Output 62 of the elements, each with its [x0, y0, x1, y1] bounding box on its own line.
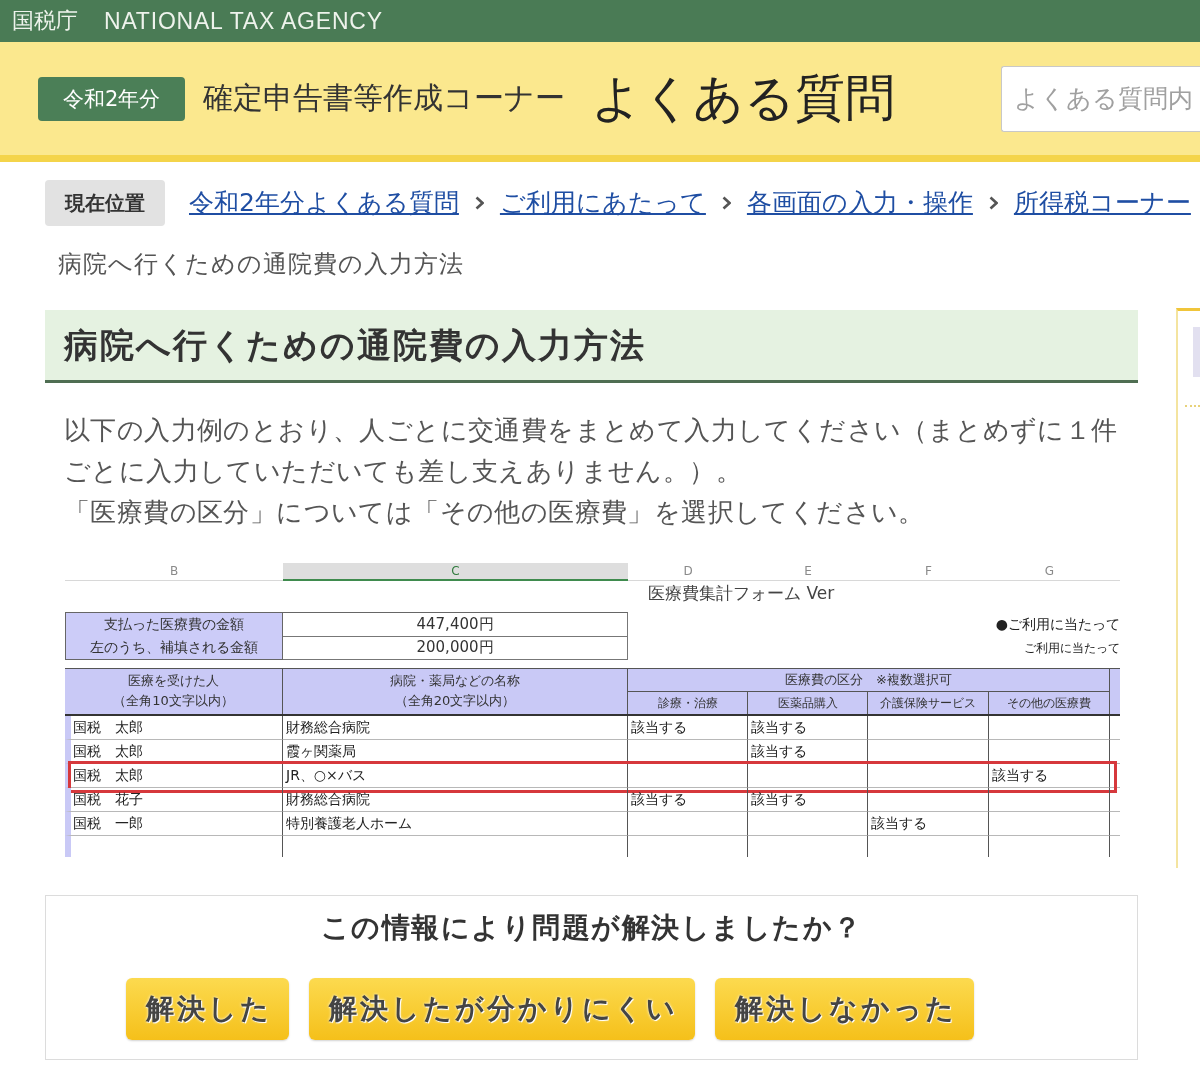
breadcrumb-link[interactable]: 各画面の入力・操作	[746, 187, 973, 219]
table-header: （全角10文字以内）	[113, 692, 234, 710]
table-header: 診療・治療	[628, 692, 748, 714]
column-header: G	[989, 563, 1110, 581]
table-header: （全角20文字以内）	[394, 692, 516, 710]
table-header: その他の医療費	[989, 692, 1110, 714]
agency-name: NATIONAL TAX AGENCY	[104, 7, 383, 35]
table-cell: 財務総合病院	[283, 716, 628, 740]
table-cell: 国税 太郎	[65, 716, 283, 740]
column-header: C	[283, 563, 628, 581]
feedback-button[interactable]: 解決した	[126, 978, 289, 1040]
feedback-button[interactable]: 解決したが分かりにくい	[309, 978, 695, 1040]
column-header: F	[868, 563, 989, 581]
year-badge: 令和2年分	[38, 76, 186, 121]
table-cell: 国税 太郎	[65, 740, 283, 764]
table-cell: 該当する	[748, 788, 868, 812]
chevron-icon	[721, 196, 731, 210]
table-header: 医薬品購入	[748, 692, 868, 714]
column-header: B	[65, 563, 283, 581]
search-field[interactable]: よくある質問内	[1001, 65, 1200, 132]
note-text: ご利用に当たって	[1023, 640, 1120, 657]
page-title: よくある質問	[591, 68, 896, 129]
amount-value: 447,400円	[283, 612, 628, 637]
sidebar-thumbnail	[1193, 327, 1200, 377]
note-text: ●ご利用に当たって	[994, 615, 1120, 634]
breadcrumb-link[interactable]: ご利用にあたって	[499, 187, 706, 219]
body-text: 「医療費の区分」については「その他の医療費」を選択してください。	[63, 496, 926, 529]
breadcrumb-link[interactable]: 所得税コーナー	[1013, 187, 1191, 219]
chevron-icon	[988, 196, 998, 210]
table-cell: 該当する	[628, 788, 748, 812]
body-text: 以下の入力例のとおり、人ごとに交通費をまとめて入力してください（まとめずに１件ごとに入力していただいても差し支えありません。）。	[63, 414, 1119, 488]
feedback-button[interactable]: 解決しなかった	[715, 978, 974, 1040]
table-cell: 財務総合病院	[283, 788, 628, 812]
table-header: 医療費の区分 ※複数選択可	[628, 669, 1110, 692]
table-cell: 国税 一郎	[65, 812, 283, 836]
table-cell: JR、○×バス	[283, 764, 628, 788]
table-cell: 該当する	[868, 812, 989, 836]
table-header: 医療を受けた人	[128, 672, 219, 690]
table-header: 病院・薬局などの名称	[390, 672, 520, 690]
article-heading: 病院へ行くための通院費の入力方法	[45, 310, 1138, 383]
agency-name: 国税庁	[12, 7, 78, 35]
breadcrumb-link[interactable]: 令和2年分よくある質問	[189, 187, 459, 219]
amount-label: 支払った医療費の金額	[65, 612, 283, 637]
feedback-question: この情報により問題が解決しましたか？	[319, 910, 864, 946]
table-cell: 該当する	[748, 716, 868, 740]
chevron-icon	[474, 196, 484, 210]
form-title: 医療費集計フォーム Ver	[647, 582, 836, 605]
amount-label: 左のうち、補填される金額	[65, 636, 283, 660]
table-cell: 特別養護老人ホーム	[283, 812, 628, 836]
table-cell: 霞ヶ関薬局	[283, 740, 628, 764]
column-header: D	[628, 563, 748, 581]
section-title: 確定申告書等作成コーナー	[203, 79, 566, 117]
current-page-text: 病院へ行くための通院費の入力方法	[57, 249, 465, 280]
column-header: E	[748, 563, 868, 581]
table-cell: 該当する	[989, 764, 1110, 788]
table-cell: 国税 太郎	[65, 764, 283, 788]
location-label: 現在位置	[45, 180, 165, 226]
table-cell: 該当する	[628, 716, 748, 740]
table-cell: 国税 花子	[65, 788, 283, 812]
table-cell: 該当する	[748, 740, 868, 764]
amount-value: 200,000円	[283, 636, 628, 660]
table-header: 介護保険サービス	[868, 692, 989, 714]
